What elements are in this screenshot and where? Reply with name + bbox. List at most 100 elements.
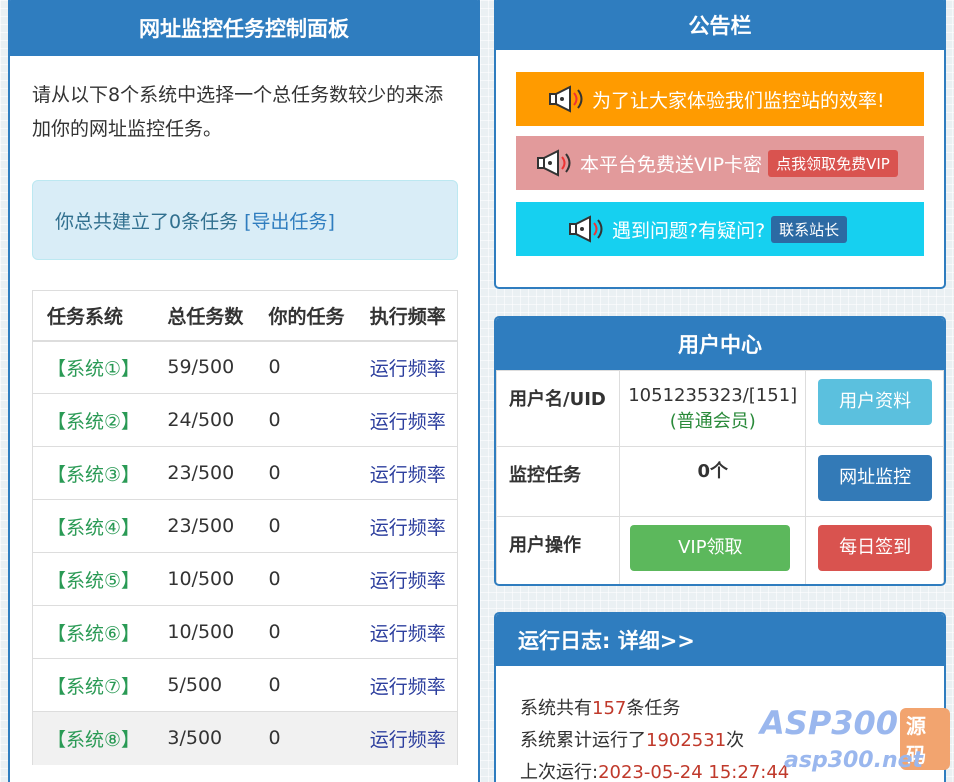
log-text: 系统共有 [520,698,592,719]
table-row: 【系统⑧】 3/500 0 运行频率 [32,711,458,765]
tasks-label: 监控任务 [496,446,621,517]
user-center-title: 用户中心 [496,318,944,370]
vip-claim-button[interactable]: VIP领取 [630,525,791,571]
vip-cell: VIP领取 [619,516,807,584]
header-frequency: 执行频率 [355,290,458,342]
megaphone-icon [569,215,603,243]
uid-value: 1051235323/[151] (普通会员) [619,370,807,447]
task-control-panel: 网址监控任务控制面板 请从以下8个系统中选择一个总任务数较少的来添加你的网址监控… [8,0,480,782]
frequency-link[interactable]: 运行频率 [355,340,458,394]
actions-label: 用户操作 [496,516,621,584]
log-text: 次 [726,730,745,751]
task-count: 0个 [619,446,807,517]
total-tasks: 59/500 [153,340,255,394]
daily-checkin-button[interactable]: 每日签到 [818,525,933,571]
table-row: 【系统⑥】 10/500 0 运行频率 [32,605,458,659]
export-tasks-link[interactable]: [导出任务] [244,211,335,233]
my-tasks: 0 [254,393,356,447]
table-row: 【系统④】 23/500 0 运行频率 [32,499,458,553]
contact-admin-button[interactable]: 联系站长 [771,215,848,243]
frequency-link[interactable]: 运行频率 [355,446,458,500]
url-monitor-button[interactable]: 网址监控 [818,455,933,501]
system-name[interactable]: 【系统⑤】 [32,552,154,606]
header-system: 任务系统 [32,290,154,342]
system-name[interactable]: 【系统⑥】 [32,605,154,659]
total-tasks: 23/500 [153,499,255,553]
header-mine: 你的任务 [254,290,356,342]
user-center: 用户中心 用户名/UID 1051235323/[151] (普通会员) 用户资… [494,316,946,586]
uid-action: 用户资料 [805,370,944,447]
notice-board: 公告栏 为了让大家体验我们监控站的效率! 本平台免费送VIP卡密 点我领取免费V… [494,0,946,289]
notice-title: 公告栏 [496,0,944,50]
total-tasks: 3/500 [153,711,255,765]
table-row: 【系统⑤】 10/500 0 运行频率 [32,552,458,606]
total-tasks: 10/500 [153,552,255,606]
total-task-count: 157 [592,698,627,719]
megaphone-icon [549,85,583,113]
my-tasks: 0 [254,446,356,500]
notice-text-2: 本平台免费送VIP卡密 [580,153,763,176]
user-row-uid: 用户名/UID 1051235323/[151] (普通会员) 用户资料 [496,370,944,447]
table-row: 【系统①】 59/500 0 运行频率 [32,340,458,394]
uid-text: 1051235323/[151] [628,385,798,406]
tasks-action: 网址监控 [805,446,944,517]
watermark-logo: ASP300 源码 asp300.net [760,704,950,778]
frequency-link[interactable]: 运行频率 [355,552,458,606]
log-text: 条任务 [626,698,681,719]
total-tasks: 10/500 [153,605,255,659]
checkin-cell: 每日签到 [805,516,944,584]
log-text: 上次运行: [520,762,599,782]
watermark-site: asp300.net [784,748,924,773]
watermark-brand: ASP300 [760,704,899,742]
log-last-run: 上次运行:2023-05-24 15:27:44 [520,758,789,782]
notice-bar-efficiency: 为了让大家体验我们监控站的效率! [516,72,924,126]
system-name[interactable]: 【系统⑧】 [32,711,154,765]
frequency-link[interactable]: 运行频率 [355,393,458,447]
total-tasks: 5/500 [153,658,255,712]
my-tasks: 0 [254,711,356,765]
header-total: 总任务数 [153,290,255,342]
my-tasks: 0 [254,499,356,553]
panel-title: 网址监控任务控制面板 [10,0,478,56]
my-tasks: 0 [254,658,356,712]
system-name[interactable]: 【系统①】 [32,340,154,394]
alert-text: 你总共建立了0条任务 [55,211,245,233]
user-table: 用户名/UID 1051235323/[151] (普通会员) 用户资料 监控任… [496,370,944,584]
table-row: 【系统②】 24/500 0 运行频率 [32,393,458,447]
log-text: 系统累计运行了 [520,730,646,751]
free-vip-button[interactable]: 点我领取免费VIP [768,149,898,177]
system-name[interactable]: 【系统②】 [32,393,154,447]
my-tasks: 0 [254,340,356,394]
log-total-tasks: 系统共有157条任务 [520,694,680,720]
uid-label: 用户名/UID [496,370,621,447]
task-count-alert: 你总共建立了0条任务 [导出任务] [32,180,458,260]
profile-button[interactable]: 用户资料 [818,379,933,425]
notice-bar-vip: 本平台免费送VIP卡密 点我领取免费VIP [516,136,924,190]
total-tasks: 24/500 [153,393,255,447]
total-tasks: 23/500 [153,446,255,500]
system-name[interactable]: 【系统⑦】 [32,658,154,712]
my-tasks: 0 [254,552,356,606]
megaphone-icon [537,149,571,177]
table-row: 【系统⑦】 5/500 0 运行频率 [32,658,458,712]
log-run-count: 系统累计运行了1902531次 [520,726,744,752]
run-log-title[interactable]: 运行日志: 详细>> [496,614,944,666]
notice-bar-contact: 遇到问题?有疑问? 联系站长 [516,202,924,256]
notice-text-1: 为了让大家体验我们监控站的效率! [592,89,885,112]
user-row-tasks: 监控任务 0个 网址监控 [496,446,944,517]
member-level: (普通会员) [669,411,756,432]
run-count: 1902531 [646,730,727,751]
my-tasks: 0 [254,605,356,659]
frequency-link[interactable]: 运行频率 [355,658,458,712]
frequency-link[interactable]: 运行频率 [355,499,458,553]
system-name[interactable]: 【系统④】 [32,499,154,553]
table-row: 【系统③】 23/500 0 运行频率 [32,446,458,500]
frequency-link[interactable]: 运行频率 [355,711,458,765]
system-table: 任务系统 总任务数 你的任务 执行频率 【系统①】 59/500 0 运行频率 … [32,290,458,765]
frequency-link[interactable]: 运行频率 [355,605,458,659]
system-name[interactable]: 【系统③】 [32,446,154,500]
notice-text-3: 遇到问题?有疑问? [612,219,766,242]
intro-text: 请从以下8个系统中选择一个总任务数较少的来添加你的网址监控任务。 [32,84,444,140]
table-header-row: 任务系统 总任务数 你的任务 执行频率 [32,290,458,342]
user-row-actions: 用户操作 VIP领取 每日签到 [496,516,944,584]
